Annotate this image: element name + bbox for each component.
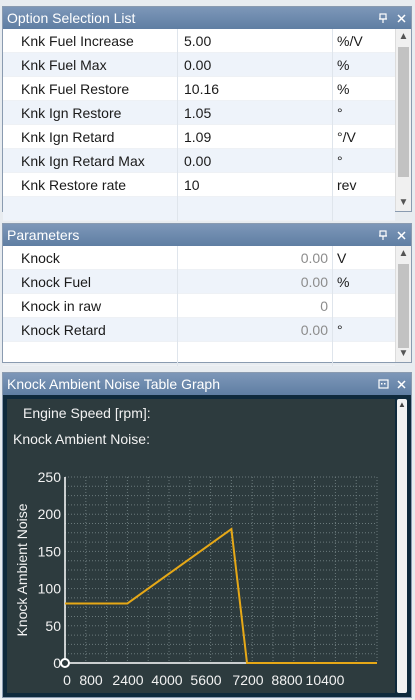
parameters-grid: Knock 0.00 V Knock Fuel 0.00% Knock in raw 0 Kn… [3, 246, 395, 366]
x-tick-label: 7200 [232, 672, 263, 688]
scroll-up-icon[interactable]: ▲ [397, 399, 407, 411]
row-unit: V [337, 250, 347, 266]
row-value: 0.00 [178, 270, 333, 294]
parameters-title: Parameters [7, 227, 80, 243]
row-name: Knock Fuel [3, 270, 178, 294]
x-tick-label: 8800 [271, 672, 302, 688]
empty-cell [178, 342, 333, 366]
empty-row [3, 342, 395, 366]
pin-icon[interactable] [377, 224, 389, 246]
empty-cell [333, 197, 395, 221]
row-name: Knock Retard [3, 318, 178, 342]
parameters-titlebar: Parameters [3, 224, 411, 246]
table-row[interactable]: Knk Ign Retard 1.09 °/V [3, 125, 395, 149]
pin-icon[interactable] [377, 7, 389, 29]
row-name: Knk Ign Retard Max [3, 149, 178, 173]
x-tick-label: 2400 [112, 672, 143, 688]
line-chart[interactable]: 0501001502002500 800 2400 4000 5600 7200 8800 1… [7, 399, 395, 695]
scroll-thumb[interactable] [398, 47, 409, 177]
row-unit: %/V [337, 33, 363, 49]
option-selection-panel: Option Selection List Knk Fuel Increase 5… [2, 6, 412, 221]
x-tick-label: 0 [63, 672, 71, 688]
y-axis-label: Knock Ambient Noise [14, 503, 30, 636]
table-row[interactable]: Knock in raw 0 [3, 294, 395, 318]
empty-cell [3, 197, 178, 221]
graph-panel: Knock Ambient Noise Table Graph Engine S… [2, 372, 412, 698]
row-name: Knk Restore rate [3, 173, 178, 197]
option-selection-titlebar: Option Selection List [3, 7, 411, 29]
graph-canvas[interactable]: Engine Speed [rpm]: Knock Ambient Noise:… [7, 399, 395, 693]
y-tick-label: 200 [38, 506, 62, 522]
option-selection-title: Option Selection List [7, 10, 136, 26]
table-row[interactable]: Knk Restore rate 10 rev [3, 173, 395, 197]
graph-scrollbar[interactable]: ▲ [397, 399, 407, 693]
maximize-icon[interactable] [377, 373, 389, 395]
graph-titlebar: Knock Ambient Noise Table Graph [3, 373, 411, 395]
row-unit: ° [337, 153, 343, 169]
row-value: 0 [178, 294, 333, 318]
table-row[interactable]: Knk Fuel Increase 5.00 %/V [3, 29, 395, 53]
row-unit: ° [337, 322, 343, 338]
scroll-down-icon[interactable]: ▼ [396, 195, 411, 211]
x-tick-label: 5600 [190, 672, 221, 688]
series-line [65, 527, 377, 664]
empty-row [3, 197, 395, 221]
row-value: 0.00 [178, 318, 333, 342]
origin-marker [60, 658, 70, 668]
row-name: Knk Fuel Increase [3, 29, 178, 53]
y-tick-label: 250 [38, 469, 62, 485]
row-name: Knock [3, 246, 178, 270]
row-value[interactable]: 5.00 [178, 29, 333, 53]
y-tick-label: 50 [45, 618, 61, 634]
empty-cell [178, 197, 333, 221]
close-icon[interactable] [395, 373, 407, 395]
row-name: Knk Fuel Restore [3, 77, 178, 101]
row-name: Knk Fuel Max [3, 53, 178, 77]
close-icon[interactable] [395, 7, 407, 29]
row-unit [333, 294, 395, 318]
row-unit: rev [337, 177, 357, 193]
row-unit: % [337, 274, 350, 290]
option-grid: Knk Fuel Increase 5.00 %/V Knk Fuel Max 0.00… [3, 29, 395, 221]
scroll-up-icon[interactable]: ▲ [396, 246, 411, 262]
x-tick-label: 10400 [306, 672, 345, 688]
table-row[interactable]: Knock Fuel 0.00% [3, 270, 395, 294]
scroll-down-icon[interactable]: ▼ [396, 346, 411, 362]
row-name: Knk Ign Restore [3, 101, 178, 125]
row-unit: ° [337, 105, 343, 121]
row-value[interactable]: 0.00 [178, 149, 333, 173]
scroll-up-icon[interactable]: ▲ [396, 29, 411, 45]
y-tick-label: 150 [38, 543, 62, 559]
row-value[interactable]: 1.09 [178, 125, 333, 149]
row-unit: % [337, 81, 350, 97]
option-scrollbar[interactable]: ▲ ▼ [395, 29, 411, 211]
table-row[interactable]: Knk Ign Restore 1.05 ° [3, 101, 395, 125]
row-value[interactable]: 1.05 [178, 101, 333, 125]
table-row[interactable]: Knock Retard 0.00 ° [3, 318, 395, 342]
parameters-panel: Parameters Knock 0.00 V Knock Fuel 0.00% Knoc… [2, 223, 412, 366]
table-row[interactable]: Knock 0.00 V [3, 246, 395, 270]
graph-area: Engine Speed [rpm]: Knock Ambient Noise:… [3, 395, 411, 697]
row-unit: °/V [337, 129, 356, 145]
row-name: Knk Ign Retard [3, 125, 178, 149]
row-value[interactable]: 10.16 [178, 77, 333, 101]
x-tick-label: 800 [79, 672, 103, 688]
parameters-scrollbar[interactable]: ▲ ▼ [395, 246, 411, 362]
empty-cell [3, 342, 178, 366]
x-tick-label: 4000 [151, 672, 182, 688]
row-value[interactable]: 0.00 [178, 53, 333, 77]
table-row[interactable]: Knk Fuel Restore 10.16% [3, 77, 395, 101]
row-value[interactable]: 10 [178, 173, 333, 197]
row-unit: % [337, 57, 350, 73]
table-row[interactable]: Knk Ign Retard Max 0.00 ° [3, 149, 395, 173]
row-value: 0.00 [178, 246, 333, 270]
scroll-thumb[interactable] [398, 264, 409, 348]
row-name: Knock in raw [3, 294, 178, 318]
y-tick-label: 100 [38, 581, 62, 597]
close-icon[interactable] [395, 224, 407, 246]
empty-cell [333, 342, 395, 366]
graph-title: Knock Ambient Noise Table Graph [7, 376, 220, 392]
table-row[interactable]: Knk Fuel Max 0.00% [3, 53, 395, 77]
